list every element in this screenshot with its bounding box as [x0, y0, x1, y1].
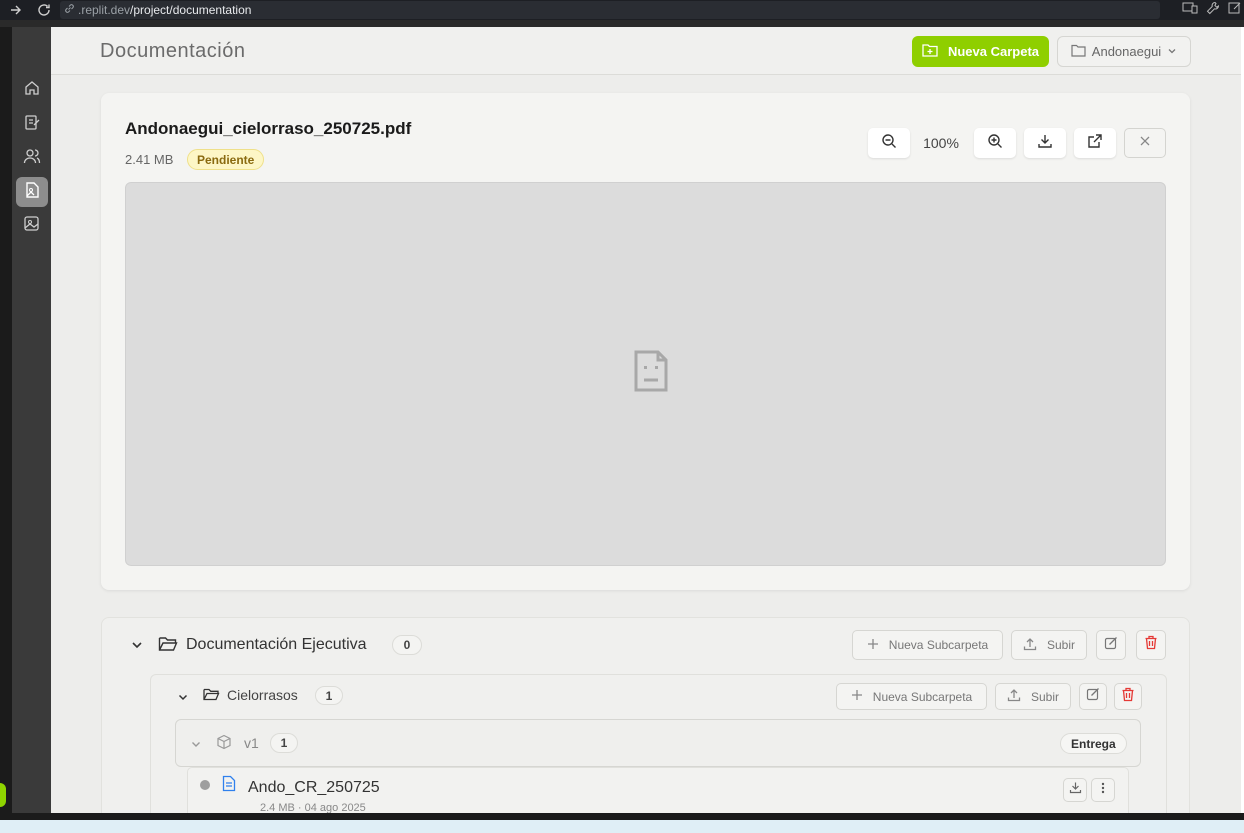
devices-icon[interactable] — [1182, 1, 1198, 20]
version-name: v1 — [244, 735, 259, 751]
more-vertical-icon — [1101, 781, 1105, 799]
file-viewer: Andonaegui_cielorraso_250725.pdf 2.41 MB… — [101, 93, 1190, 590]
url-path: /project/documentation — [130, 3, 252, 17]
plus-icon — [867, 638, 879, 653]
edit-page-icon[interactable] — [1228, 1, 1242, 20]
file-more-button[interactable] — [1091, 778, 1115, 802]
document-icon — [222, 775, 236, 797]
main-content: Documentación Nueva Carpeta Andonaegui A… — [51, 27, 1241, 813]
browser-toolbar: .replit.dev/project/documentation — [0, 0, 1244, 20]
sidebar — [12, 27, 51, 813]
edit-folder-button[interactable] — [1096, 630, 1126, 660]
folder-tree: Documentación Ejecutiva 0 Nueva Subcarpe… — [101, 617, 1190, 813]
download-icon — [1069, 781, 1082, 799]
link-icon — [64, 3, 75, 17]
subfolder-name[interactable]: Cielorrasos — [227, 687, 298, 703]
new-subfolder-label: Nueva Subcarpeta — [888, 638, 989, 652]
status-badge: Pendiente — [187, 149, 265, 170]
new-subfolder-button[interactable]: Nueva Subcarpeta — [836, 683, 987, 710]
zoom-out-button[interactable] — [868, 128, 910, 158]
chevron-down-icon[interactable] — [130, 638, 144, 657]
close-icon — [1139, 134, 1151, 152]
subfolder-panel: Cielorrasos 1 Nueva Subcarpeta Subir v1 … — [150, 674, 1167, 813]
notebook-icon — [23, 113, 41, 136]
upload-icon — [1023, 637, 1037, 654]
sidebar-item-notes[interactable] — [16, 109, 48, 139]
upload-button[interactable]: Subir — [995, 683, 1071, 710]
subfolder-count-badge: 1 — [315, 686, 343, 705]
upload-icon — [1007, 688, 1021, 705]
url-domain: .replit.dev — [78, 3, 131, 17]
viewer-file-name: Andonaegui_cielorraso_250725.pdf — [125, 119, 412, 138]
sidebar-item-home[interactable] — [16, 75, 48, 105]
sidebar-item-documentation[interactable] — [16, 177, 48, 207]
file-row[interactable]: Ando_CR_250725 2.4 MB · 04 ago 2025 — [187, 767, 1129, 813]
edit-icon — [1104, 636, 1118, 655]
window-strip — [0, 20, 1244, 27]
new-subfolder-label: Nueva Subcarpeta — [872, 689, 973, 704]
gallery-icon — [23, 215, 41, 238]
download-button[interactable] — [1024, 128, 1066, 158]
zoom-level: 100% — [923, 135, 959, 151]
edit-icon — [1086, 687, 1100, 706]
status-indicator — [0, 783, 6, 807]
reload-icon[interactable] — [36, 2, 52, 18]
file-name[interactable]: Ando_CR_250725 — [248, 779, 380, 797]
new-folder-label: Nueva Carpeta — [947, 44, 1040, 59]
sidebar-item-users[interactable] — [16, 143, 48, 173]
new-folder-button[interactable]: Nueva Carpeta — [912, 36, 1049, 67]
package-icon — [216, 734, 232, 755]
file-meta: 2.4 MB · 04 ago 2025 — [260, 802, 366, 813]
delete-subfolder-button[interactable] — [1114, 683, 1142, 710]
folder-count-badge: 0 — [392, 635, 422, 655]
status-dot — [200, 780, 210, 790]
folder-open-icon — [203, 687, 220, 707]
delete-folder-button[interactable] — [1136, 630, 1166, 660]
folder-open-icon — [158, 635, 178, 658]
upload-label: Subir — [1046, 638, 1075, 652]
forward-arrow-icon[interactable] — [8, 2, 24, 18]
window-bottom-edge — [0, 813, 1244, 820]
version-row[interactable]: v1 1 Entrega — [175, 719, 1141, 767]
open-external-button[interactable] — [1074, 128, 1116, 158]
folder-plus-icon — [922, 43, 938, 60]
address-bar[interactable]: .replit.dev/project/documentation — [60, 1, 1160, 19]
zoom-in-button[interactable] — [974, 128, 1016, 158]
download-icon — [1037, 133, 1053, 154]
chevron-down-icon — [1167, 44, 1177, 59]
external-link-icon — [1087, 133, 1103, 154]
edit-subfolder-button[interactable] — [1079, 683, 1107, 710]
zoom-out-icon — [881, 133, 897, 154]
wrench-icon[interactable] — [1206, 1, 1220, 20]
upload-button[interactable]: Subir — [1011, 630, 1087, 660]
viewer-file-size: 2.41 MB — [125, 152, 174, 167]
sidebar-item-gallery[interactable] — [16, 211, 48, 241]
folder-icon — [1071, 44, 1086, 60]
close-viewer-button[interactable] — [1124, 128, 1166, 158]
new-subfolder-button[interactable]: Nueva Subcarpeta — [852, 630, 1003, 660]
broken-document-icon — [634, 350, 668, 397]
document-image-icon — [23, 181, 41, 204]
trash-icon — [1121, 687, 1135, 707]
chevron-down-icon[interactable] — [177, 690, 189, 708]
window-edge — [0, 27, 12, 813]
plus-icon — [851, 689, 863, 704]
zoom-in-icon — [987, 133, 1003, 154]
project-label: Andonaegui — [1091, 44, 1162, 59]
page-title: Documentación — [100, 40, 246, 62]
folder-name[interactable]: Documentación Ejecutiva — [186, 636, 367, 654]
trash-icon — [1144, 635, 1158, 655]
upload-label: Subir — [1030, 689, 1059, 704]
file-download-button[interactable] — [1063, 778, 1087, 802]
project-selector[interactable]: Andonaegui — [1057, 36, 1191, 67]
users-icon — [23, 147, 41, 170]
version-count-badge: 1 — [270, 733, 298, 753]
home-icon — [23, 79, 41, 102]
version-tag: Entrega — [1060, 733, 1127, 754]
pdf-preview — [125, 182, 1166, 566]
chevron-down-icon[interactable] — [190, 737, 202, 755]
desktop-background — [0, 820, 1244, 833]
page-header: Documentación Nueva Carpeta Andonaegui — [51, 27, 1241, 75]
